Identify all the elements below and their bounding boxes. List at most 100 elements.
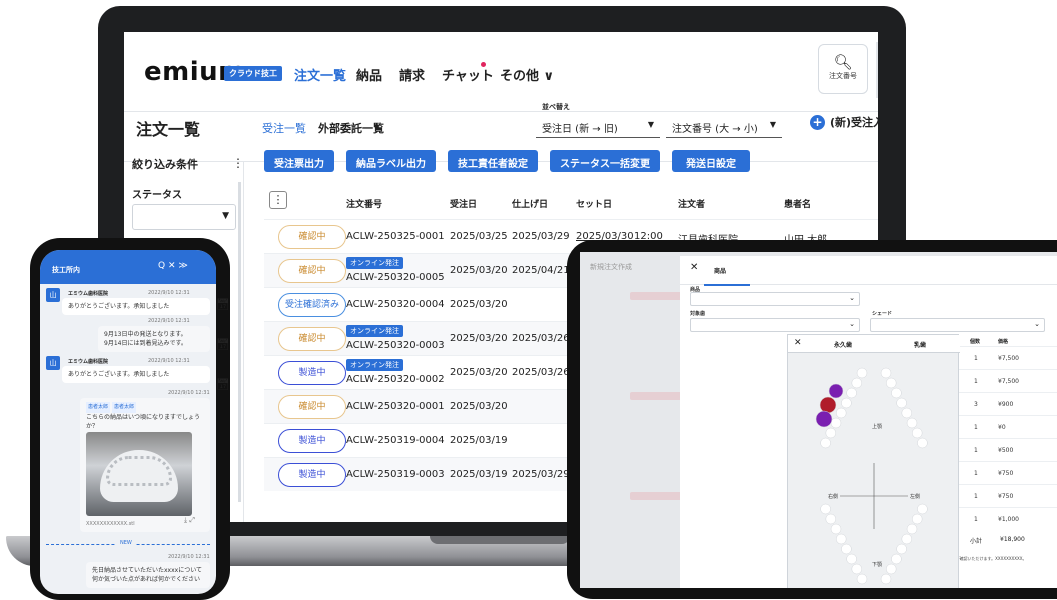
tab-outsourced[interactable]: 外部委託一覧 xyxy=(318,120,384,136)
page-title: 注文一覧 xyxy=(136,120,201,139)
tooth xyxy=(856,573,868,585)
bulk-status-button[interactable]: ステータス一括変更 xyxy=(550,150,660,172)
status-badge[interactable]: 確認中 xyxy=(278,259,346,283)
nav-more[interactable]: その他 ∨ xyxy=(500,65,554,84)
nav-delivery[interactable]: 納品 xyxy=(356,65,382,84)
tab-baby-teeth[interactable]: 乳歯 xyxy=(914,340,926,349)
col-finish-date[interactable]: 仕上げ日 xyxy=(512,197,548,210)
calendar-icon[interactable]: 📅︎ xyxy=(216,338,230,351)
tooth-chart[interactable] xyxy=(788,353,960,588)
col-patient[interactable]: 患者名 xyxy=(784,197,811,210)
status-badge[interactable]: 受注確認済み xyxy=(278,293,346,317)
shade-select[interactable]: ⌄ xyxy=(870,318,1045,332)
price: ¥0 xyxy=(998,424,1006,431)
right-side-label: 右側 xyxy=(828,494,839,500)
online-order-tag: オンライン発注 xyxy=(346,257,403,269)
new-label: NEW xyxy=(116,540,136,546)
status-filter-select[interactable]: ▼ xyxy=(132,204,236,230)
chat-header: 技工所内 Q ✕ ≫ xyxy=(40,250,216,284)
order-number[interactable]: ACLW-250319-0003 xyxy=(346,469,445,480)
price: ¥7,500 xyxy=(998,378,1019,385)
order-number[interactable]: ACLW-250320-0001 xyxy=(346,401,445,412)
tooth xyxy=(885,377,897,389)
close-icon[interactable]: ✕ xyxy=(794,338,802,348)
chat-unread-dot xyxy=(481,62,486,67)
tooth xyxy=(911,427,923,439)
nav-billing[interactable]: 請求 xyxy=(399,65,425,84)
sidebar-scrollbar[interactable] xyxy=(238,182,241,502)
calendar-icon[interactable]: 📅︎ xyxy=(216,298,230,311)
status-badge[interactable]: 製造中 xyxy=(278,429,346,453)
search-icon: 🔍︎ xyxy=(833,53,853,71)
tooth xyxy=(820,503,831,515)
tablet-screen: 新規注文作成 ✕ 商品 商品 ⌄ 対象歯 ⌄ シェード ⌄ 単価 個数 価格 ¥… xyxy=(580,252,1057,588)
ship-date-button[interactable]: 発送日設定 xyxy=(672,150,750,172)
order-number[interactable]: ACLW-250319-0004 xyxy=(346,435,445,446)
print-order-sheet-button[interactable]: 受注票出力 xyxy=(264,150,334,172)
order-number[interactable]: ACLW-250320-0005 xyxy=(346,272,445,283)
message-bubble-own: 患者太郎 患者太郎 こちらの納品はいつ頃になりますでしょう か？ XXXXXXXX… xyxy=(80,398,210,532)
status-badge[interactable]: 確認中 xyxy=(278,327,346,351)
caret-down-icon: ▼ xyxy=(647,120,654,129)
tooth-chart-tabs: ✕ 永久歯 乳歯 xyxy=(788,335,960,353)
target-tooth-select[interactable]: ⌄ xyxy=(690,318,860,332)
col-orderer[interactable]: 注文者 xyxy=(678,197,705,210)
message-time: 2022/9/10 12:31 xyxy=(148,318,190,324)
col-received-date[interactable]: 受注日 xyxy=(450,197,477,210)
received-date: 2025/03/20 xyxy=(450,299,508,310)
nav-orders[interactable]: 注文一覧 xyxy=(294,65,346,84)
attachment-name[interactable]: XXXXXXXXXXXX.stl xyxy=(86,520,135,529)
denture-model-image[interactable] xyxy=(86,432,192,516)
sort-primary-select[interactable]: 受注日 (新 → 旧) ▼ xyxy=(536,114,660,138)
sort-secondary-select[interactable]: 注文番号 (大 → 小) ▼ xyxy=(666,114,782,138)
sort-primary-value: 受注日 (新 → 旧) xyxy=(542,124,618,135)
status-badge[interactable]: 製造中 xyxy=(278,463,346,487)
chat-header-icons[interactable]: Q ✕ ≫ xyxy=(158,261,188,271)
column-menu-icon[interactable]: ⋮ xyxy=(269,191,287,209)
message-line: か？ xyxy=(86,423,99,430)
nav-chat[interactable]: チャット xyxy=(442,65,494,84)
lower-jaw-label: 下顎 xyxy=(872,562,883,568)
status-badge[interactable]: 確認中 xyxy=(278,225,346,249)
price: ¥900 xyxy=(998,401,1014,408)
status-badge[interactable]: 製造中 xyxy=(278,361,346,385)
left-side-label: 左側 xyxy=(910,494,921,500)
new-order-button[interactable]: + (新)受注入力 xyxy=(810,114,878,130)
filter-title: 絞り込み条件 xyxy=(132,158,198,171)
message-time: 2022/9/10 12:31 xyxy=(148,290,190,296)
caret-down-icon: ▼ xyxy=(222,211,229,221)
tab-product[interactable]: 商品 xyxy=(714,266,726,275)
tooth xyxy=(825,513,837,525)
download-icon[interactable]: ⤓ ⤢ xyxy=(184,516,195,525)
quantity: 1 xyxy=(974,424,978,431)
received-date: 2025/03/20 xyxy=(450,367,508,378)
set-technician-button[interactable]: 技工責任者設定 xyxy=(448,150,538,172)
more-vertical-icon[interactable]: ⋮ xyxy=(232,156,244,170)
online-order-tag: オンライン発注 xyxy=(346,359,403,371)
tooth xyxy=(835,533,847,545)
quantity: 3 xyxy=(974,401,978,408)
calendar-icon[interactable]: 📅︎ xyxy=(216,378,230,391)
status-badge[interactable]: 確認中 xyxy=(278,395,346,419)
order-number[interactable]: ACLW-250325-0001 xyxy=(346,231,445,242)
finish-date: 2025/03/26 xyxy=(512,367,570,378)
order-search-button[interactable]: 🔍︎ 注文番号 xyxy=(818,44,868,94)
patient-tag[interactable]: 患者太郎 xyxy=(112,402,137,413)
close-icon[interactable]: ✕ xyxy=(690,262,698,273)
print-delivery-label-button[interactable]: 納品ラベル出力 xyxy=(346,150,436,172)
tooth xyxy=(901,407,913,419)
tooth xyxy=(825,427,837,439)
product-select[interactable]: ⌄ xyxy=(690,292,860,306)
top-navbar: emium クラウド技工 注文一覧 納品 請求 チャット その他 ∨ 🔍︎ 注文… xyxy=(124,32,878,112)
sort-secondary-value: 注文番号 (大 → 小) xyxy=(672,124,758,135)
tab-received-orders[interactable]: 受注一覧 xyxy=(262,120,306,136)
col-order-number[interactable]: 注文番号 xyxy=(346,197,382,210)
order-number[interactable]: ACLW-250320-0004 xyxy=(346,299,445,310)
message-line: 9月14日には到着見込みです。 xyxy=(104,340,187,347)
tab-permanent-teeth[interactable]: 永久歯 xyxy=(834,340,852,349)
plus-icon: + xyxy=(810,115,825,130)
patient-tag[interactable]: 患者太郎 xyxy=(86,402,111,413)
order-number[interactable]: ACLW-250320-0002 xyxy=(346,374,445,385)
order-number[interactable]: ACLW-250320-0003 xyxy=(346,340,445,351)
col-set-date[interactable]: セット日 xyxy=(576,197,612,210)
